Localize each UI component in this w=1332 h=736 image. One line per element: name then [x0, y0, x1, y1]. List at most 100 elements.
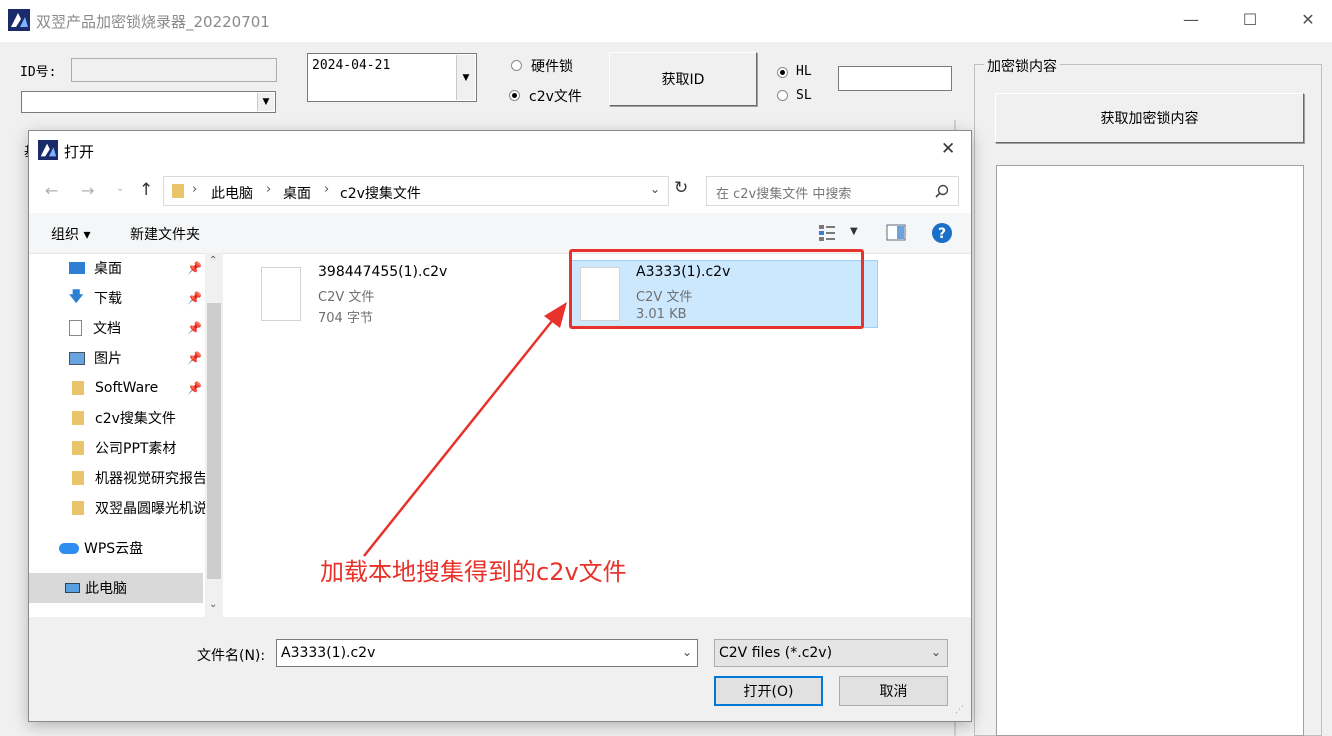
preview-pane-icon[interactable] — [886, 224, 906, 241]
computer-icon — [65, 583, 80, 593]
id-label: ID号: — [20, 65, 57, 80]
nav-item-manual-folder[interactable]: 双翌晶圆曝光机说明 — [72, 493, 206, 523]
nav-item-downloads[interactable]: 🡇 下载 📌 — [69, 283, 219, 313]
id-field[interactable] — [71, 58, 277, 82]
folder-icon — [72, 441, 84, 455]
nav-item-documents[interactable]: 文档 📌 — [69, 313, 219, 343]
scroll-up-icon[interactable]: ⌃ — [209, 255, 217, 266]
dialog-toolbar: 组织 ▾ 新建文件夹 ▼ ? — [29, 213, 971, 254]
filter-select[interactable]: C2V files (*.c2v) ⌄ — [714, 639, 948, 667]
desktop-icon — [69, 262, 85, 274]
folder-icon — [72, 381, 84, 395]
chevron-down-icon[interactable]: ⌄ — [650, 182, 660, 196]
nav-item-wps-cloud[interactable]: WPS云盘 — [59, 533, 209, 563]
up-arrow-icon[interactable]: ↑ — [139, 180, 153, 200]
scroll-down-icon[interactable]: ⌄ — [209, 599, 217, 610]
window-title: 双翌产品加密锁烧录器_20220701 — [36, 13, 270, 31]
open-button[interactable]: 打开(O) — [714, 676, 823, 706]
group-label: 加密锁内容 — [984, 56, 1060, 76]
filename-value: A3333(1).c2v — [281, 645, 376, 661]
get-id-button[interactable]: 获取ID — [609, 52, 757, 106]
nav-label: 公司PPT素材 — [95, 441, 177, 457]
folder-icon — [72, 501, 84, 515]
title-bar: 双翌产品加密锁烧录器_20220701 — ☐ ✕ — [0, 0, 1332, 42]
app-logo-icon — [8, 9, 30, 31]
breadcrumb-item[interactable]: 此电脑 — [211, 183, 253, 203]
search-input[interactable]: 在 c2v搜集文件 中搜索 — [706, 176, 959, 206]
breadcrumb-item[interactable]: 桌面 — [283, 183, 311, 203]
nav-label: 下载 — [94, 291, 122, 307]
nav-scrollbar[interactable]: ⌃ ⌄ — [205, 253, 223, 617]
organize-menu[interactable]: 组织 ▾ — [51, 224, 90, 244]
cancel-button[interactable]: 取消 — [839, 676, 948, 706]
dialog-title: 打开 — [64, 143, 95, 161]
date-picker[interactable]: 2024-04-21 ▼ — [307, 53, 477, 102]
nav-item-software[interactable]: SoftWare 📌 — [72, 373, 219, 403]
view-options-icon[interactable] — [818, 224, 838, 242]
file-name[interactable]: 398447455(1).c2v — [318, 264, 447, 280]
search-icon — [935, 184, 949, 198]
nav-label: c2v搜集文件 — [95, 411, 176, 427]
navigation-pane: 桌面 📌 🡇 下载 📌 文档 📌 图片 📌 SoftWare 📌 c2v搜集文件 — [29, 253, 223, 617]
pin-icon: 📌 — [187, 261, 202, 275]
nav-item-ppt-folder[interactable]: 公司PPT素材 — [72, 433, 219, 463]
address-bar[interactable]: › 此电脑 › 桌面 › c2v搜集文件 ⌄ — [163, 176, 669, 206]
hl-value-field[interactable] — [838, 66, 952, 91]
nav-item-report-folder[interactable]: 机器视觉研究报告 — [72, 463, 206, 493]
search-placeholder: 在 c2v搜集文件 中搜索 — [716, 187, 852, 202]
filename-label: 文件名(N): — [197, 648, 266, 664]
close-window-button[interactable]: ✕ — [1298, 10, 1318, 30]
annotation-text: 加载本地搜集得到的c2v文件 — [320, 558, 627, 586]
pin-icon: 📌 — [187, 321, 202, 335]
radio-hardware-label: 硬件锁 — [531, 59, 573, 75]
file-item[interactable] — [261, 267, 301, 321]
radio-sl[interactable] — [777, 90, 788, 101]
help-icon[interactable]: ? — [931, 222, 953, 244]
radio-c2v[interactable] — [509, 90, 520, 101]
refresh-icon[interactable]: ↻ — [674, 178, 688, 198]
nav-item-network[interactable]: 网络 — [65, 609, 205, 617]
new-folder-button[interactable]: 新建文件夹 — [130, 224, 200, 244]
breadcrumb-separator-icon: › — [324, 182, 330, 197]
breadcrumb-item[interactable]: c2v搜集文件 — [340, 183, 421, 203]
radio-hardware[interactable] — [511, 60, 522, 71]
nav-item-this-pc[interactable]: 此电脑 — [65, 573, 205, 603]
nav-label: WPS云盘 — [84, 541, 144, 557]
nav-label: 文档 — [93, 321, 121, 337]
filename-input[interactable]: A3333(1).c2v ⌄ — [276, 639, 698, 667]
lock-content-box[interactable] — [996, 165, 1304, 736]
nav-label: 桌面 — [94, 261, 122, 277]
nav-item-desktop[interactable]: 桌面 📌 — [69, 253, 219, 283]
breadcrumb-separator-icon: › — [266, 182, 272, 197]
pin-icon: 📌 — [187, 351, 202, 365]
scroll-thumb[interactable] — [207, 303, 221, 579]
nav-label: 机器视觉研究报告 — [95, 471, 206, 487]
recent-chevron-icon[interactable]: ⌄ — [116, 183, 124, 194]
back-arrow-icon[interactable]: ← — [45, 181, 58, 200]
view-dropdown-icon[interactable]: ▼ — [850, 226, 858, 237]
dialog-close-button[interactable]: ✕ — [941, 139, 955, 159]
chevron-down-icon[interactable]: ⌄ — [931, 645, 941, 659]
download-icon: 🡇 — [69, 289, 84, 305]
get-content-button[interactable]: 获取加密锁内容 — [995, 93, 1304, 143]
chevron-down-icon[interactable]: ⌄ — [682, 645, 692, 659]
device-combo[interactable]: ▼ — [21, 91, 276, 113]
nav-label: 此电脑 — [85, 581, 127, 597]
folder-icon — [72, 411, 84, 425]
chevron-down-icon[interactable]: ▼ — [257, 93, 274, 111]
resize-grip-icon[interactable]: ⋰ — [955, 705, 964, 715]
maximize-button[interactable]: ☐ — [1240, 10, 1260, 30]
chevron-down-icon[interactable]: ▼ — [456, 55, 475, 100]
annotation-arrow-icon — [363, 302, 567, 557]
pin-icon: 📌 — [187, 291, 202, 305]
nav-label: 双翌晶圆曝光机说明 — [95, 501, 206, 517]
nav-item-pictures[interactable]: 图片 📌 — [69, 343, 219, 373]
nav-item-c2v-folder[interactable]: c2v搜集文件 — [72, 403, 219, 433]
radio-sl-label: SL — [796, 88, 812, 103]
radio-hl[interactable] — [777, 67, 788, 78]
filter-value: C2V files (*.c2v) — [719, 645, 833, 661]
minimize-button[interactable]: — — [1181, 10, 1201, 30]
folder-icon — [72, 471, 84, 485]
app-logo-icon — [38, 140, 58, 160]
forward-arrow-icon[interactable]: → — [81, 181, 94, 200]
